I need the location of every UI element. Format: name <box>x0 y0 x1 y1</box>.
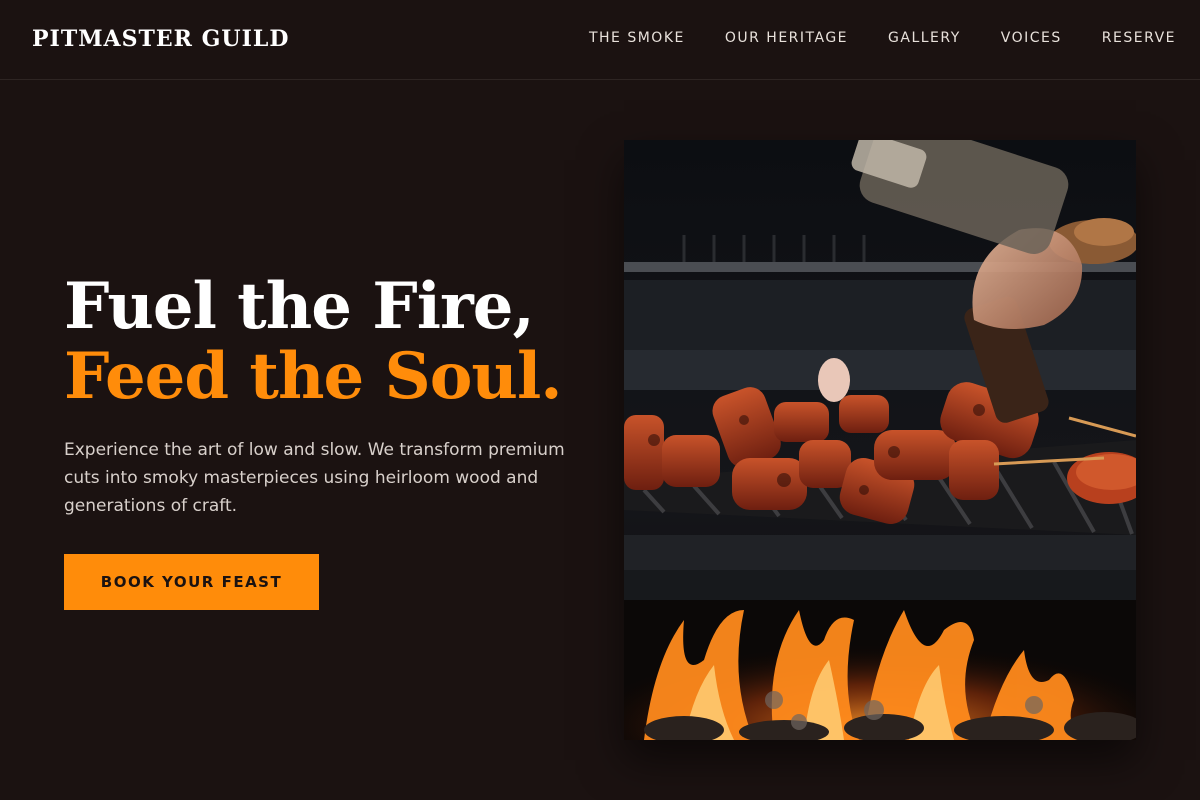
book-feast-button[interactable]: BOOK YOUR FEAST <box>64 554 319 610</box>
nav-link-voices[interactable]: VOICES <box>1001 30 1062 46</box>
nav-link-our-heritage[interactable]: OUR HERITAGE <box>725 30 848 46</box>
grill-illustration <box>624 140 1136 740</box>
nav-link-gallery[interactable]: GALLERY <box>888 30 961 46</box>
nav-link-the-smoke[interactable]: THE SMOKE <box>589 30 685 46</box>
headline-line-2: Feed the Soul. <box>64 339 563 414</box>
hero-image-grill <box>624 140 1136 740</box>
nav-link-reserve[interactable]: RESERVE <box>1102 30 1176 46</box>
nav-links: THE SMOKE OUR HERITAGE GALLERY VOICES RE… <box>589 30 1176 46</box>
hero-section: Fuel the Fire, Feed the Soul. Experience… <box>64 272 584 610</box>
site-logo[interactable]: PITMASTER GUILD <box>32 26 289 52</box>
hero-tagline: Experience the art of low and slow. We t… <box>64 440 565 516</box>
headline-line-1: Fuel the Fire, <box>64 269 535 344</box>
top-nav: PITMASTER GUILD THE SMOKE OUR HERITAGE G… <box>0 0 1200 80</box>
hero-headline: Fuel the Fire, Feed the Soul. <box>64 272 584 412</box>
